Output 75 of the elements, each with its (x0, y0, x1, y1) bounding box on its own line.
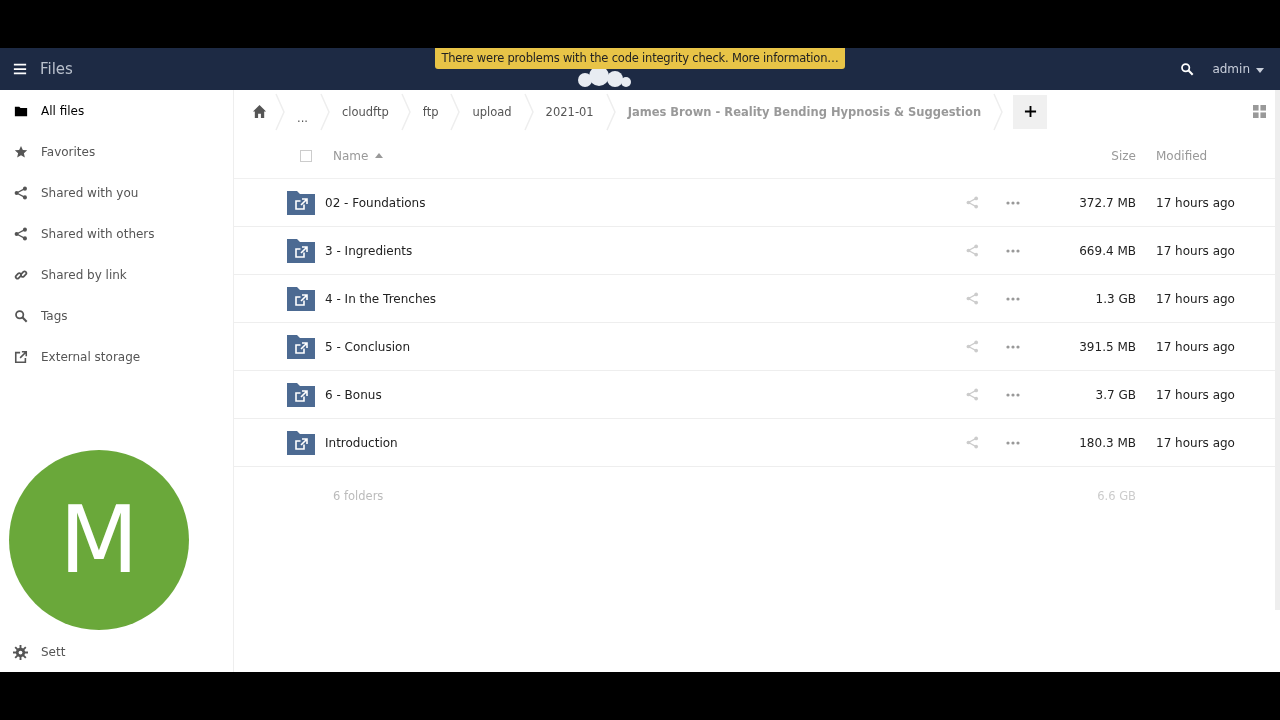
chevron-icon (450, 91, 461, 132)
plus-icon (1023, 105, 1037, 118)
integrity-warning[interactable]: There were problems with the code integrity check. More information… (435, 48, 845, 69)
more-icon[interactable] (1006, 344, 1020, 349)
file-name[interactable]: 6 - Bonus (325, 387, 382, 402)
scrollbar[interactable] (1275, 90, 1280, 610)
sort-up-icon (375, 153, 384, 158)
share-icon (13, 185, 28, 200)
folder-count: 6 folders (333, 489, 384, 503)
file-size: 3.7 GB (1094, 387, 1136, 402)
share-icon[interactable] (965, 388, 979, 401)
sidebar-item[interactable]: Shared with you (0, 172, 233, 213)
share-icon[interactable] (965, 244, 979, 257)
file-size: 372.7 MB (1078, 195, 1136, 210)
chevron-icon (400, 91, 411, 132)
more-icon[interactable] (1006, 248, 1020, 253)
chevron-icon (319, 91, 330, 132)
grid-view-icon[interactable] (1253, 105, 1266, 118)
modified-time: 17 hours ago (1155, 435, 1236, 450)
new-button[interactable] (1013, 94, 1048, 129)
modified-time: 17 hours ago (1155, 387, 1236, 402)
settings-item[interactable]: Sett (0, 632, 66, 672)
file-size: 1.3 GB (1094, 291, 1136, 306)
file-size: 180.3 MB (1078, 435, 1136, 450)
sidebar-item[interactable]: Tags (0, 295, 233, 336)
search-icon[interactable] (1180, 62, 1195, 76)
chevron-icon (605, 91, 616, 132)
shared-folder-icon (287, 190, 315, 215)
share-icon[interactable] (965, 436, 979, 449)
file-name[interactable]: 02 - Foundations (325, 195, 426, 210)
modified-time: 17 hours ago (1155, 195, 1236, 210)
breadcrumb-link[interactable]: cloudftp (329, 104, 401, 119)
shared-folder-icon (287, 238, 315, 263)
gear-icon (13, 644, 28, 660)
sidebar-item[interactable]: External storage (0, 336, 233, 377)
breadcrumb-link[interactable]: upload (460, 104, 524, 119)
search-icon (13, 308, 28, 323)
file-name[interactable]: Introduction (325, 435, 398, 450)
sidebar-item[interactable]: Shared by link (0, 254, 233, 295)
share-icon[interactable] (965, 292, 979, 305)
star-icon (13, 144, 28, 159)
breadcrumb-link[interactable]: ftp (410, 104, 451, 119)
shared-folder-icon (287, 334, 315, 359)
share-icon[interactable] (965, 340, 979, 353)
modified-time: 17 hours ago (1155, 291, 1236, 306)
file-name[interactable]: 5 - Conclusion (325, 339, 410, 354)
chevron-icon (993, 91, 1004, 132)
modified-time: 17 hours ago (1155, 339, 1236, 354)
share-icon (13, 226, 28, 241)
sidebar-item[interactable]: All files (0, 90, 233, 131)
breadcrumb-link[interactable]: ... (285, 111, 320, 133)
external-link-icon (13, 349, 28, 364)
chevron-icon (275, 91, 285, 132)
more-icon[interactable] (1006, 440, 1020, 445)
shared-folder-icon (287, 286, 315, 311)
shared-folder-icon (287, 382, 315, 407)
user-menu[interactable]: admin (1212, 62, 1264, 76)
link-icon (13, 267, 28, 282)
sidebar-item[interactable]: Shared with others (0, 213, 233, 254)
chevron-icon (523, 91, 534, 132)
sidebar-item[interactable]: Favorites (0, 131, 233, 172)
file-size: 391.5 MB (1078, 339, 1136, 354)
menu-icon[interactable] (13, 62, 27, 76)
shared-folder-icon (287, 430, 315, 455)
share-icon[interactable] (965, 196, 979, 209)
select-all-checkbox[interactable] (300, 149, 312, 162)
file-size: 669.4 MB (1078, 243, 1136, 258)
file-name[interactable]: 4 - In the Trenches (325, 291, 437, 306)
modified-time: 17 hours ago (1155, 243, 1236, 258)
more-icon[interactable] (1006, 392, 1020, 397)
file-name[interactable]: 3 - Ingredients (325, 243, 413, 258)
more-icon[interactable] (1006, 296, 1020, 301)
app-title[interactable]: Files (40, 60, 73, 78)
breadcrumb-link[interactable]: 2021-01 (533, 104, 606, 119)
more-icon[interactable] (1006, 200, 1020, 205)
